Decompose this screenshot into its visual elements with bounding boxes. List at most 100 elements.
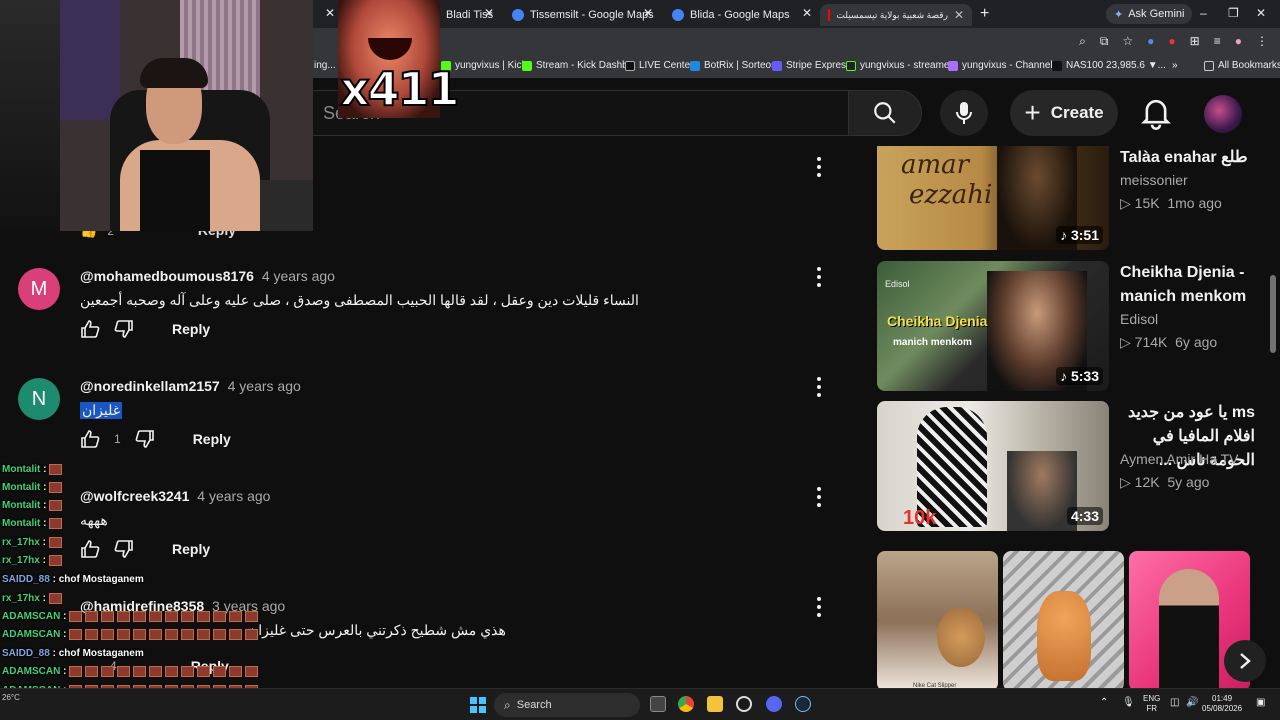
puzzle-icon[interactable]: ⊞ (1190, 34, 1200, 49)
video-title[interactable]: Talàa enahar طلع (1120, 146, 1255, 170)
shorts-next-button[interactable] (1224, 640, 1266, 682)
bookmark-item[interactable]: ing... (314, 60, 336, 71)
related-video[interactable]: amar ezzahi ♪ 3:51 Talàa enahar طلع meis… (877, 146, 1257, 250)
extension-record-icon[interactable]: ● (1168, 34, 1175, 49)
related-video[interactable]: 10k 4:33 ms يا عود من جديد افلام المافيا… (877, 401, 1257, 531)
dislike-icon[interactable] (135, 430, 155, 448)
zoom-icon[interactable]: ⌕ (1079, 34, 1086, 49)
chrome-icon[interactable] (678, 696, 694, 712)
streamer-webcam (0, 0, 313, 231)
language-indicator[interactable]: ENG FR (1143, 694, 1160, 714)
create-button[interactable]: + Create (1010, 90, 1118, 136)
bookmark-item[interactable]: yungvixus - Channel... (948, 60, 1061, 71)
file-explorer-icon[interactable] (707, 696, 723, 712)
comment-menu-icon[interactable] (816, 377, 822, 397)
tab-blida[interactable]: Blida - Google Maps (664, 4, 814, 26)
bookmark-item[interactable]: NAS100 23,985.6 ▼... (1052, 60, 1166, 71)
notifications-bell-icon[interactable] (1140, 96, 1172, 130)
channel-name[interactable]: Aymen Amir Ha TV (1120, 451, 1239, 467)
task-view-icon[interactable] (650, 696, 666, 712)
like-icon[interactable] (80, 430, 100, 448)
video-thumbnail[interactable]: amar ezzahi ♪ 3:51 (877, 146, 1109, 250)
scrollbar[interactable] (1270, 275, 1276, 353)
video-thumbnail[interactable]: Edisol Cheikha Djenia manich menkom ♪ 5:… (877, 261, 1109, 391)
discord-icon[interactable] (766, 696, 782, 712)
like-icon[interactable] (80, 320, 100, 338)
more-bookmarks-icon[interactable]: » (1172, 60, 1178, 71)
close-window-icon[interactable]: ✕ (1256, 6, 1266, 20)
comment-time[interactable]: 4 years ago (228, 378, 301, 394)
avatar[interactable]: M (18, 268, 60, 310)
comment-time[interactable]: 4 years ago (262, 268, 335, 284)
restore-icon[interactable]: ❐ (1228, 6, 1239, 20)
comment-menu-icon[interactable] (816, 487, 822, 507)
close-icon[interactable]: ✕ (325, 6, 335, 20)
dislike-icon[interactable] (114, 320, 134, 338)
profile-icon[interactable]: ● (1235, 34, 1242, 49)
menu-icon[interactable]: ⋮ (1256, 34, 1268, 49)
chat-username: Montalit (2, 464, 41, 476)
video-title[interactable]: Cheikha Djenia - manich menkom (1120, 261, 1255, 309)
related-video[interactable]: Edisol Cheikha Djenia manich menkom ♪ 5:… (877, 261, 1257, 391)
chat-emote-icon (229, 666, 243, 677)
bookmark-item[interactable]: BotRix | Sorteos (690, 60, 776, 71)
tab-youtube-active[interactable]: رقصة شعبية بولاية تيسمسيلت ✕ (820, 4, 972, 26)
tray-overflow-icon[interactable]: ⌃ (1100, 698, 1108, 708)
comment-menu-icon[interactable] (816, 267, 822, 287)
close-icon[interactable]: ✕ (954, 8, 964, 22)
avatar[interactable]: N (18, 378, 60, 420)
ask-gemini-button[interactable]: ✦ Ask Gemini (1106, 4, 1193, 24)
comment-author[interactable]: @wolfcreek3241 (80, 488, 189, 504)
comment-menu-icon[interactable] (816, 157, 822, 177)
all-bookmarks-button[interactable]: All Bookmarks (1204, 60, 1280, 71)
obs-icon[interactable] (736, 696, 752, 712)
voice-search-button[interactable] (940, 90, 988, 136)
comment-author[interactable]: @mohamedboumous8176 (80, 268, 254, 284)
tab-tissemsilt[interactable]: Tissemsilt - Google Maps (504, 4, 664, 26)
extension-icon[interactable]: ● (1147, 34, 1154, 49)
short-thumbnail[interactable]: Nike Cat Slipper (877, 551, 998, 691)
bookmark-star-icon[interactable]: ☆ (1122, 34, 1133, 49)
close-icon[interactable]: ✕ (802, 6, 812, 20)
comment-header: @wolfcreek3241 4 years ago (80, 488, 270, 504)
new-tab-button[interactable]: + (980, 5, 989, 23)
bookmark-item[interactable]: Stripe Express (772, 60, 851, 71)
channel-name[interactable]: meissonier (1120, 172, 1188, 188)
taskbar-search[interactable]: ⌕ Search (494, 693, 640, 717)
reply-button[interactable]: Reply (172, 541, 210, 557)
microphone-tray-icon[interactable]: 🎙 (1122, 698, 1135, 708)
media-icon[interactable]: ≡ (1214, 34, 1221, 49)
like-icon[interactable] (80, 540, 100, 558)
bookmark-item[interactable]: yungvixus - streame... (846, 60, 958, 71)
notification-center-icon[interactable]: ▣ (1256, 698, 1265, 708)
bookmark-item[interactable]: Stream - Kick Dashb... (522, 60, 636, 71)
network-icon[interactable]: ◫ (1170, 698, 1179, 708)
comment-menu-icon[interactable] (816, 597, 822, 617)
clock-time: 01:49 (1212, 694, 1233, 703)
search-button[interactable] (848, 90, 922, 136)
dislike-icon[interactable] (114, 540, 134, 558)
lang-secondary: FR (1146, 704, 1157, 713)
duration-badge: 4:33 (1066, 507, 1103, 525)
plus-icon: + (1024, 97, 1041, 128)
close-icon[interactable]: ✕ (643, 6, 653, 20)
comment-author[interactable]: @noredinkellam2157 (80, 378, 220, 394)
reply-button[interactable]: Reply (172, 321, 210, 337)
short-thumbnail[interactable] (1003, 551, 1124, 691)
clock[interactable]: 01:49 05/08/2026 (1202, 694, 1242, 714)
account-avatar[interactable] (1204, 95, 1242, 133)
chat-username: Montalit (2, 518, 41, 530)
reply-button[interactable]: Reply (193, 431, 231, 447)
minimize-icon[interactable]: – (1200, 6, 1207, 20)
chat-emote-icon (49, 518, 63, 529)
video-thumbnail[interactable]: 10k 4:33 (877, 401, 1109, 531)
volume-icon[interactable]: 🔊 (1186, 698, 1198, 708)
bookmark-item[interactable]: LIVE Center (625, 60, 693, 71)
weather-widget[interactable]: 26°C (2, 693, 20, 703)
steam-icon[interactable] (795, 696, 811, 712)
windows-start-icon[interactable] (470, 697, 486, 713)
channel-name[interactable]: Edisol (1120, 311, 1158, 327)
close-icon[interactable]: ✕ (484, 6, 494, 20)
screenshot-icon[interactable]: ⧉ (1100, 34, 1109, 49)
comment-time[interactable]: 4 years ago (197, 488, 270, 504)
